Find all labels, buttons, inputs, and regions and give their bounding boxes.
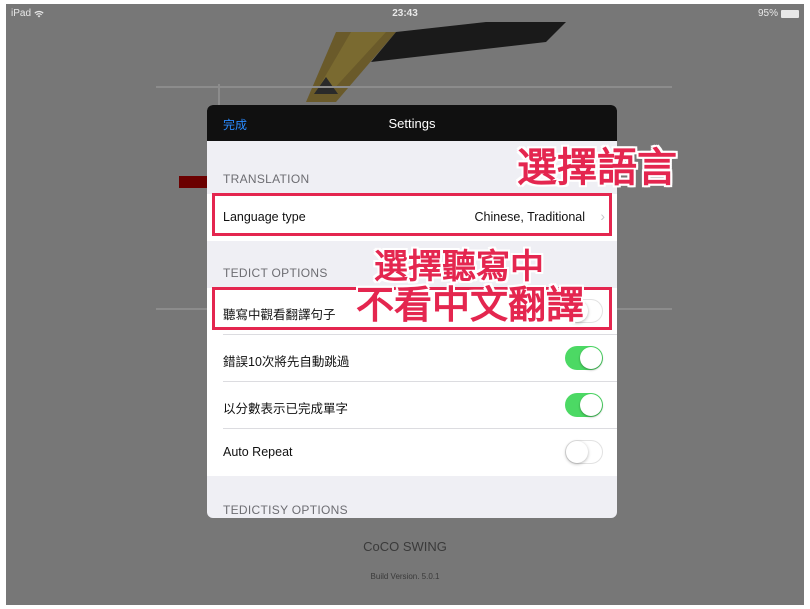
language-highlight-box bbox=[212, 193, 612, 236]
battery-percent: 95% bbox=[757, 8, 778, 19]
status-bar: iPad 23:43 95% bbox=[6, 4, 804, 22]
annotation-dictation-line1: 選擇聽寫中 bbox=[374, 247, 544, 287]
brand-name: CoCO SWING bbox=[363, 539, 447, 554]
toggle-knob bbox=[580, 394, 602, 416]
settings-nav-bar: 完成 Settings bbox=[207, 105, 617, 141]
row-label: 錯誤10次將先自動跳過 bbox=[223, 355, 350, 369]
battery-icon bbox=[781, 9, 799, 18]
ipad-screen: iPad 23:43 95% CoCO SWING Build Version.… bbox=[6, 4, 804, 605]
status-time: 23:43 bbox=[392, 8, 418, 19]
row-score-display: 以分數表示已完成單字 bbox=[207, 382, 617, 429]
settings-title: Settings bbox=[388, 116, 436, 131]
row-auto-repeat: Auto Repeat bbox=[207, 429, 617, 476]
notebook-margin bbox=[218, 84, 220, 106]
section-header-translation: TRANSLATION bbox=[223, 172, 310, 186]
auto-skip-toggle[interactable] bbox=[565, 346, 603, 370]
annotation-choose-language: 選擇語言 bbox=[517, 145, 677, 191]
auto-repeat-toggle[interactable] bbox=[565, 440, 603, 464]
section-header-tedict: TEDICT OPTIONS bbox=[223, 266, 328, 280]
section-header-tedictisy: TEDICTISY OPTIONS bbox=[223, 503, 348, 517]
row-label: Auto Repeat bbox=[223, 445, 293, 459]
toggle-knob bbox=[580, 347, 602, 369]
build-version: Build Version. 5.0.1 bbox=[370, 572, 440, 581]
status-right: 95% bbox=[758, 8, 799, 19]
toggle-knob bbox=[566, 441, 588, 463]
score-display-toggle[interactable] bbox=[565, 393, 603, 417]
annotation-dictation-line2: 不看中文翻譯 bbox=[356, 283, 585, 327]
notebook-line bbox=[156, 86, 672, 88]
row-label: 以分數表示已完成單字 bbox=[223, 402, 349, 416]
row-auto-skip: 錯誤10次將先自動跳過 bbox=[207, 335, 617, 382]
